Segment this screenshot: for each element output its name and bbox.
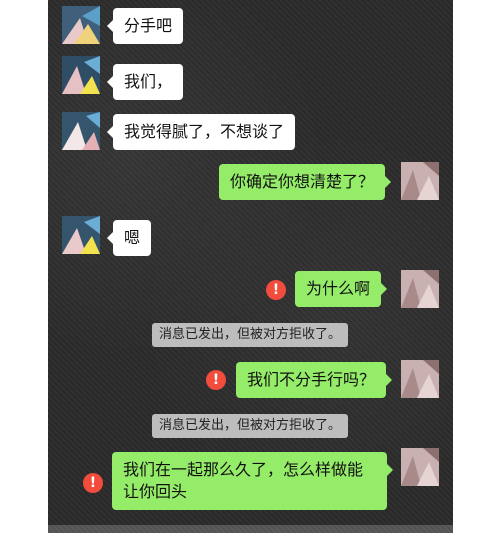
my-avatar[interactable] (401, 270, 439, 308)
message-bubble[interactable]: 我觉得腻了，不想谈了 (106, 114, 296, 150)
system-notice: 消息已发出，但被对方拒收了。 (152, 323, 349, 347)
message-bubble[interactable]: 我们不分手行吗？ (236, 362, 393, 398)
send-failed-icon[interactable]: ! (83, 473, 103, 493)
contact-avatar[interactable] (62, 6, 100, 44)
chat-panel: 分手吧 我们， 我觉得腻了，不想谈了 你确定你想清楚了？ 嗯 ! 为什么啊 消息… (48, 0, 453, 533)
message-bubble[interactable]: 为什么啊 (295, 271, 388, 307)
message-bubble[interactable]: 我们在一起那么久了，怎么样做能让你回头 (112, 452, 393, 510)
contact-avatar[interactable] (62, 56, 100, 94)
message-bubble[interactable]: 我们， (106, 64, 184, 100)
message-bubble[interactable]: 你确定你想清楚了？ (219, 164, 392, 200)
my-avatar[interactable] (401, 360, 439, 398)
message-bubble[interactable]: 嗯 (106, 220, 152, 256)
send-failed-icon[interactable]: ! (266, 280, 286, 300)
my-avatar[interactable] (401, 162, 439, 200)
contact-avatar[interactable] (62, 216, 100, 254)
contact-avatar[interactable] (62, 112, 100, 150)
system-notice: 消息已发出，但被对方拒收了。 (152, 414, 349, 438)
send-failed-icon[interactable]: ! (206, 370, 226, 390)
my-avatar[interactable] (401, 448, 439, 486)
bottom-fade (48, 525, 453, 533)
message-bubble[interactable]: 分手吧 (106, 8, 184, 44)
